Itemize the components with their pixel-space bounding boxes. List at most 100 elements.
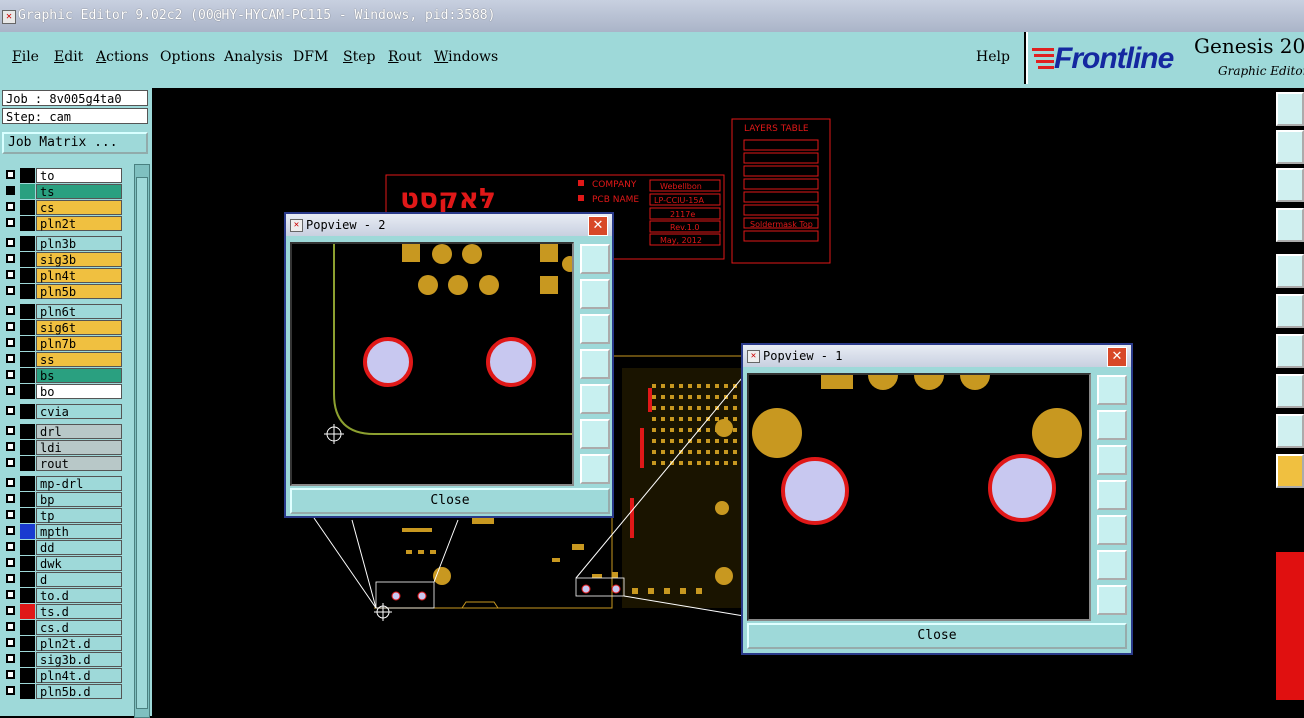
menu-actions[interactable]: Actions xyxy=(96,49,149,65)
layer-name[interactable]: pln4t xyxy=(36,268,122,283)
layer-checkbox[interactable] xyxy=(6,322,15,331)
tool-pan-icon[interactable] xyxy=(1276,130,1304,164)
layer-row-drl[interactable]: drl xyxy=(4,424,122,439)
layer-checkbox[interactable] xyxy=(6,270,15,279)
layer-color-swatch[interactable] xyxy=(20,440,35,455)
layer-row-pln5b-d[interactable]: pln5b.d xyxy=(4,684,122,699)
close-icon[interactable]: ✕ xyxy=(1107,347,1127,367)
layer-checkbox[interactable] xyxy=(6,170,15,179)
layer-checkbox[interactable] xyxy=(6,654,15,663)
layer-row-pln5b[interactable]: pln5b xyxy=(4,284,122,299)
layer-color-swatch[interactable] xyxy=(20,352,35,367)
layer-name[interactable]: bs xyxy=(36,368,122,383)
layer-row-mp-drl[interactable]: mp-drl xyxy=(4,476,122,491)
popview-1-zoom-fit-icon[interactable] xyxy=(1097,375,1127,405)
job-matrix-button[interactable]: Job Matrix ... xyxy=(2,132,148,154)
layer-checkbox[interactable] xyxy=(6,478,15,487)
layer-checkbox[interactable] xyxy=(6,542,15,551)
layer-checkbox[interactable] xyxy=(6,670,15,679)
layer-color-swatch[interactable] xyxy=(20,524,35,539)
layer-row-dwk[interactable]: dwk xyxy=(4,556,122,571)
popview-2-zoom-fit-icon[interactable] xyxy=(580,244,610,274)
tool-connect-icon[interactable] xyxy=(1276,294,1304,328)
layer-color-swatch[interactable] xyxy=(20,456,35,471)
layer-name[interactable]: to.d xyxy=(36,588,122,603)
layer-color-swatch[interactable] xyxy=(20,404,35,419)
layer-color-swatch[interactable] xyxy=(20,588,35,603)
layer-row-sig6t[interactable]: sig6t xyxy=(4,320,122,335)
layer-row-to-d[interactable]: to.d xyxy=(4,588,122,603)
layer-checkbox[interactable] xyxy=(6,218,15,227)
layer-checkbox[interactable] xyxy=(6,442,15,451)
layer-color-swatch[interactable] xyxy=(20,556,35,571)
layer-row-cs-d[interactable]: cs.d xyxy=(4,620,122,635)
menu-step[interactable]: Step xyxy=(343,49,375,65)
layer-name[interactable]: tp xyxy=(36,508,122,523)
popview-2-up-icon[interactable] xyxy=(580,279,610,309)
layer-checkbox[interactable] xyxy=(6,202,15,211)
layer-name[interactable]: cs.d xyxy=(36,620,122,635)
layer-checkbox[interactable] xyxy=(6,638,15,647)
layer-checkbox[interactable] xyxy=(6,606,15,615)
layer-name[interactable]: pln2t xyxy=(36,216,122,231)
layer-checkbox[interactable] xyxy=(6,370,15,379)
layer-checkbox[interactable] xyxy=(6,354,15,363)
layer-checkbox[interactable] xyxy=(6,406,15,415)
tool-pad-icon[interactable] xyxy=(1276,254,1304,288)
layer-row-ss[interactable]: ss xyxy=(4,352,122,367)
layer-row-cs[interactable]: cs xyxy=(4,200,122,215)
layer-name[interactable]: pln5b.d xyxy=(36,684,122,699)
menu-dfm[interactable]: DFM xyxy=(293,49,328,65)
layer-row-sig3b[interactable]: sig3b xyxy=(4,252,122,267)
popview-2-zoom-out-icon[interactable] xyxy=(580,454,610,484)
layer-name[interactable]: pln5b xyxy=(36,284,122,299)
layer-name[interactable]: cvia xyxy=(36,404,122,419)
layer-checkbox[interactable] xyxy=(6,590,15,599)
layer-color-swatch[interactable] xyxy=(20,476,35,491)
layer-name[interactable]: ldi xyxy=(36,440,122,455)
layer-color-swatch[interactable] xyxy=(20,200,35,215)
popview-2-titlebar[interactable]: ✕ Popview - 2 xyxy=(286,214,612,236)
popview-1-view[interactable] xyxy=(747,373,1091,621)
menu-edit[interactable]: Edit xyxy=(54,49,83,65)
layer-color-swatch[interactable] xyxy=(20,368,35,383)
layer-row-d[interactable]: d xyxy=(4,572,122,587)
layer-name[interactable]: d xyxy=(36,572,122,587)
popview-1-close-button[interactable]: Close xyxy=(747,623,1127,649)
popview-2-down-icon[interactable] xyxy=(580,314,610,344)
layer-row-ldi[interactable]: ldi xyxy=(4,440,122,455)
layer-row-pln7b[interactable]: pln7b xyxy=(4,336,122,351)
popview-1-titlebar[interactable]: ✕ Popview - 1 xyxy=(743,345,1131,367)
layer-name[interactable]: bp xyxy=(36,492,122,507)
popview-1-left-icon[interactable] xyxy=(1097,480,1127,510)
layer-row-pln3b[interactable]: pln3b xyxy=(4,236,122,251)
layer-color-swatch[interactable] xyxy=(20,492,35,507)
layer-row-dd[interactable]: dd xyxy=(4,540,122,555)
layer-color-swatch[interactable] xyxy=(20,320,35,335)
close-icon[interactable]: ✕ xyxy=(588,216,608,236)
layer-name[interactable]: sig3b xyxy=(36,252,122,267)
layer-name[interactable]: ts xyxy=(36,184,122,199)
menu-analysis[interactable]: Analysis xyxy=(224,49,283,65)
tool-select-icon[interactable] xyxy=(1276,454,1304,488)
menu-windows[interactable]: Windows xyxy=(434,49,498,65)
popview-2-zoom-in-icon[interactable] xyxy=(580,419,610,449)
popview-2-left-icon[interactable] xyxy=(580,349,610,379)
layer-color-swatch[interactable] xyxy=(20,652,35,667)
menu-file[interactable]: File xyxy=(12,49,39,65)
menu-rout[interactable]: Rout xyxy=(388,49,422,65)
layer-checkbox[interactable] xyxy=(6,286,15,295)
layer-checkbox[interactable] xyxy=(6,510,15,519)
layer-name[interactable]: pln7b xyxy=(36,336,122,351)
layer-color-swatch[interactable] xyxy=(20,268,35,283)
tool-line-icon[interactable] xyxy=(1276,334,1304,368)
layer-color-swatch[interactable] xyxy=(20,236,35,251)
layer-row-cvia[interactable]: cvia xyxy=(4,404,122,419)
tool-zoom-icon[interactable] xyxy=(1276,92,1304,126)
layer-color-swatch[interactable] xyxy=(20,168,35,183)
layer-row-pln6t[interactable]: pln6t xyxy=(4,304,122,319)
layer-checkbox[interactable] xyxy=(6,238,15,247)
layer-row-rout[interactable]: rout xyxy=(4,456,122,471)
layer-checkbox[interactable] xyxy=(6,526,15,535)
layer-color-swatch[interactable] xyxy=(20,216,35,231)
